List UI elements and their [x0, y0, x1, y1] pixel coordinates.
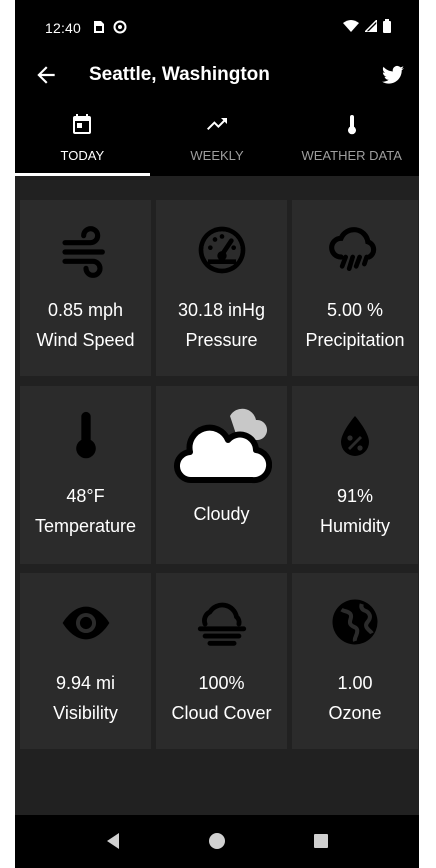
- tab-weather-data[interactable]: WEATHER DATA: [284, 102, 419, 176]
- tab-label: TODAY: [60, 148, 105, 163]
- card-wind-speed: 0.85 mph Wind Speed: [20, 200, 151, 376]
- condition-value: Cloudy: [193, 504, 250, 524]
- active-tab-indicator: [15, 173, 150, 176]
- pressure-label: Pressure: [185, 330, 258, 350]
- thermometer-icon: [347, 115, 356, 135]
- visibility-value: 9.94 mi: [55, 673, 116, 693]
- card-temperature: 48°F Temperature: [20, 386, 151, 564]
- wifi-icon: [343, 20, 359, 32]
- tab-bar: TODAY WEEKLY WEATHER DATA: [15, 102, 419, 176]
- tab-weekly[interactable]: WEEKLY: [150, 102, 285, 176]
- home-circle-icon[interactable]: [208, 832, 226, 850]
- back-triangle-icon[interactable]: [105, 832, 121, 850]
- phone-screen: 12:40 Seattle, Washington TODAY WEEKLY W: [15, 0, 419, 868]
- tab-label: WEEKLY: [190, 148, 244, 163]
- wind-speed-label: Wind Speed: [36, 330, 135, 350]
- status-time: 12:40: [45, 20, 82, 36]
- battery-icon: [383, 19, 391, 33]
- ozone-value: 1.00: [337, 673, 373, 693]
- precipitation-label: Precipitation: [305, 330, 405, 350]
- twitter-icon[interactable]: [381, 63, 405, 87]
- globe-icon: [332, 599, 378, 645]
- rain-cloud-icon: [329, 227, 377, 271]
- temperature-label: Temperature: [34, 516, 137, 536]
- humidity-value: 91%: [336, 486, 374, 506]
- sim-card-icon: [94, 21, 104, 33]
- ozone-label: Ozone: [328, 703, 382, 723]
- signal-icon: [365, 20, 377, 32]
- precipitation-value: 5.00 %: [326, 300, 384, 320]
- cloud-cover-label: Cloud Cover: [171, 703, 272, 723]
- card-humidity: 91% Humidity: [292, 386, 418, 564]
- gauge-icon: [198, 226, 245, 274]
- recents-square-icon[interactable]: [313, 833, 329, 849]
- wind-icon: [61, 226, 105, 278]
- card-precipitation: 5.00 % Precipitation: [292, 200, 418, 376]
- app-bar: Seattle, Washington: [15, 48, 419, 102]
- eye-icon: [62, 606, 109, 640]
- calendar-icon: [73, 114, 92, 134]
- wind-speed-value: 0.85 mph: [47, 300, 124, 320]
- arrow-back-icon[interactable]: [33, 62, 59, 88]
- visibility-label: Visibility: [53, 703, 118, 723]
- card-condition: Cloudy: [156, 386, 287, 564]
- cloudy-icon: [173, 408, 272, 484]
- card-pressure: 30.18 inHg Pressure: [156, 200, 287, 376]
- cloud-cover-value: 100%: [198, 673, 245, 693]
- humidity-label: Humidity: [319, 516, 390, 536]
- humidity-drop-icon: [341, 416, 369, 456]
- trending-up-icon: [207, 118, 227, 130]
- card-cloud-cover: 100% Cloud Cover: [156, 573, 287, 749]
- system-nav-bar: [15, 815, 419, 868]
- tab-label: WEATHER DATA: [301, 148, 402, 163]
- temperature-value: 48°F: [66, 486, 105, 506]
- card-ozone: 1.00 Ozone: [292, 573, 418, 749]
- data-saver-icon: [113, 20, 127, 34]
- status-bar: 12:40: [15, 0, 419, 48]
- page-title: Seattle, Washington: [89, 64, 270, 85]
- tab-today[interactable]: TODAY: [15, 102, 150, 176]
- card-visibility: 9.94 mi Visibility: [20, 573, 151, 749]
- fog-cloud-icon: [197, 602, 246, 646]
- thermometer-icon: [75, 411, 96, 459]
- pressure-value: 30.18 inHg: [177, 300, 266, 320]
